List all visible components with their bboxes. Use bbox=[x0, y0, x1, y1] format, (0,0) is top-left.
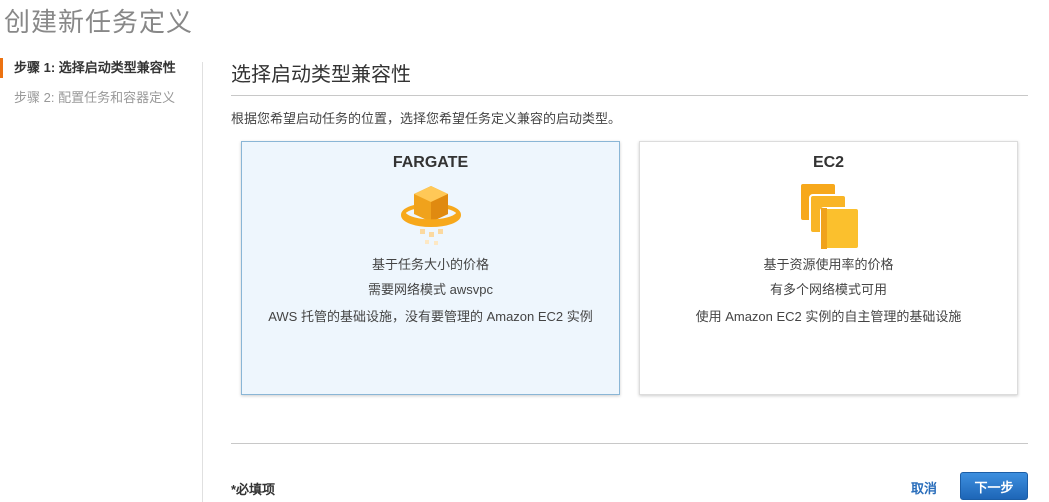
main-content: 选择启动类型兼容性 根据您希望启动任务的位置，选择您希望任务定义兼容的启动类型。… bbox=[231, 58, 1028, 395]
card-feature: 使用 Amazon EC2 实例的自主管理的基础设施 bbox=[695, 309, 962, 324]
next-step-button[interactable]: 下一步 bbox=[960, 472, 1028, 500]
card-title-fargate: FARGATE bbox=[392, 154, 469, 171]
cancel-link[interactable]: 取消 bbox=[911, 478, 937, 497]
required-note: *必填项 bbox=[231, 482, 276, 497]
page-title: 创建新任务定义 bbox=[4, 7, 194, 37]
card-feature: AWS 托管的基础设施，没有要管理的 Amazon EC2 实例 bbox=[268, 309, 593, 324]
step-2-configure-task[interactable]: 步骤 2: 配置任务和容器定义 bbox=[0, 88, 200, 108]
wizard-steps: 步骤 1: 选择启动类型兼容性 步骤 2: 配置任务和容器定义 bbox=[0, 58, 200, 118]
launch-type-card-ec2[interactable]: EC2 基于资源使用率的价格 有多个网络模式可用 使用 Amazon EC2 实… bbox=[639, 141, 1018, 395]
section-description: 根据您希望启动任务的位置，选择您希望任务定义兼容的启动类型。 bbox=[231, 111, 622, 126]
section-title: 选择启动类型兼容性 bbox=[231, 58, 1028, 96]
ec2-instances-icon bbox=[798, 182, 860, 250]
card-feature: 有多个网络模式可用 bbox=[769, 282, 887, 297]
steps-divider bbox=[202, 62, 203, 502]
step-1-choose-launch-type[interactable]: 步骤 1: 选择启动类型兼容性 bbox=[0, 58, 200, 78]
fargate-icon bbox=[400, 186, 461, 245]
card-title-ec2: EC2 bbox=[812, 154, 845, 171]
card-feature: 基于资源使用率的价格 bbox=[763, 257, 894, 272]
footer-divider bbox=[231, 443, 1028, 444]
card-feature: 需要网络模式 awsvpc bbox=[368, 282, 493, 297]
launch-type-card-fargate[interactable]: FARGATE 基于任务大小的价格 需要网络模式 awsvpc AWS 托管的基… bbox=[241, 141, 620, 395]
card-feature: 基于任务大小的价格 bbox=[371, 257, 489, 272]
